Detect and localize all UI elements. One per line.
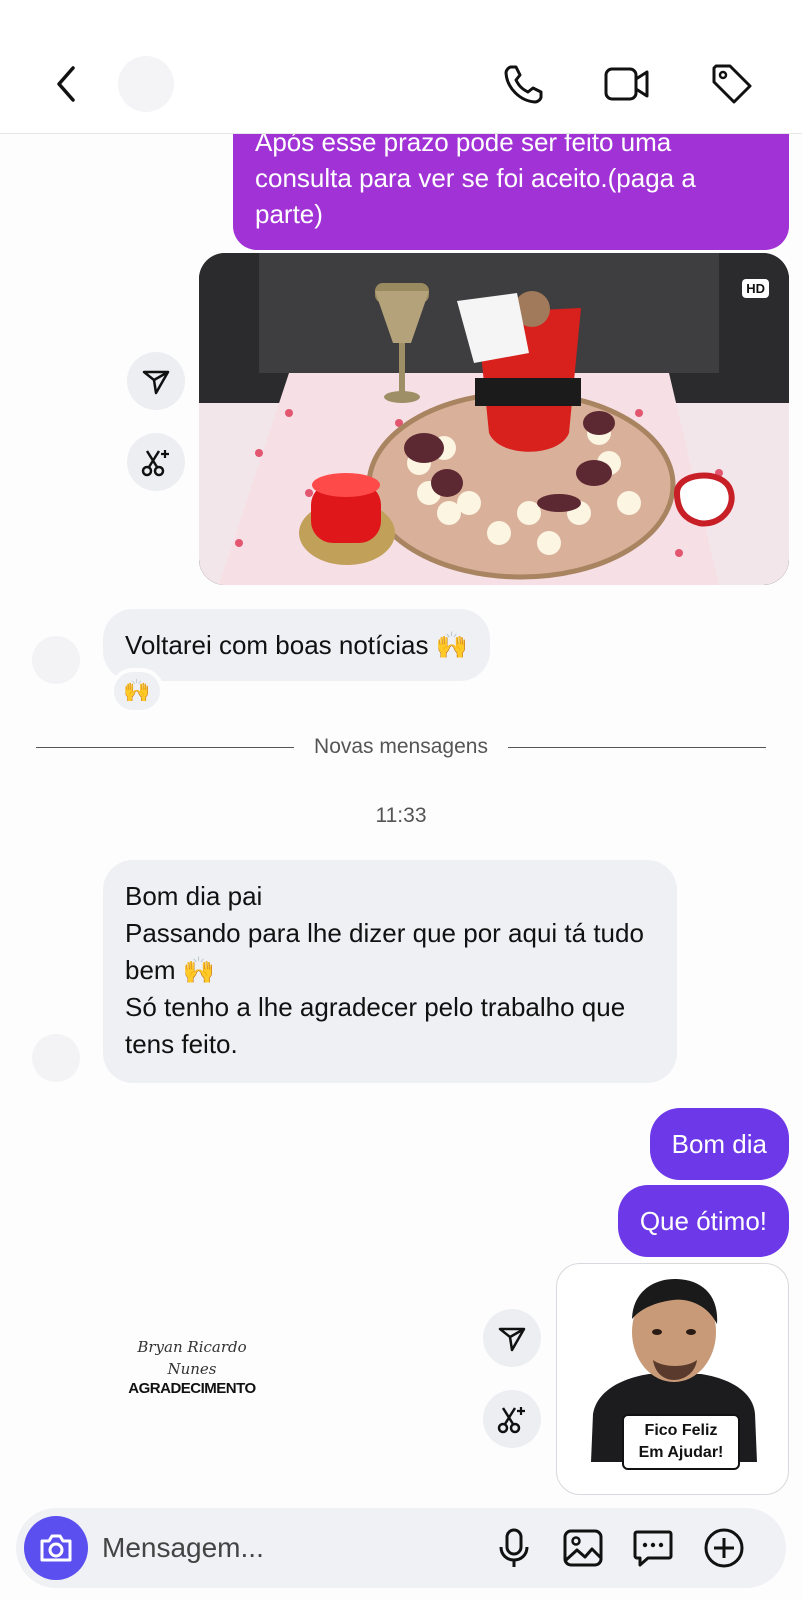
altar-photo-image <box>199 253 789 585</box>
message-reaction[interactable]: 🙌 <box>110 668 164 714</box>
camera-button[interactable] <box>24 1516 88 1580</box>
video-camera-icon <box>604 67 649 101</box>
gallery-button[interactable] <box>559 1524 607 1572</box>
signature-line: Bryan Ricardo <box>137 1337 247 1356</box>
chat-header <box>0 0 802 134</box>
divider-line <box>36 746 295 748</box>
chevron-left-icon <box>57 66 75 102</box>
more-button[interactable] <box>700 1524 748 1572</box>
message-text: Que ótimo! <box>639 1206 767 1236</box>
send-forward-icon <box>498 1327 526 1352</box>
new-messages-divider: Novas mensagens <box>36 732 766 762</box>
divider-line <box>507 746 766 748</box>
reaction-emoji: 🙌 <box>123 678 151 703</box>
back-button[interactable] <box>42 60 90 108</box>
message-line: Bom dia pai <box>125 881 263 911</box>
message-text: Bom dia <box>671 1129 767 1159</box>
contact-avatar[interactable] <box>118 56 174 112</box>
message-composer <box>16 1508 786 1588</box>
message-text: Após esse prazo pode ser feito uma consu… <box>255 127 696 229</box>
ai-edit-button[interactable] <box>127 433 185 491</box>
outgoing-message[interactable]: Bom dia <box>649 1108 789 1180</box>
timestamp: 11:33 <box>375 804 427 827</box>
incoming-sticker[interactable]: Bryan Ricardo Nunes AGRADECIMENTO <box>70 1253 314 1481</box>
microphone-icon <box>499 1528 529 1567</box>
send-forward-icon <box>142 370 170 395</box>
hd-badge: HD <box>742 279 769 298</box>
outgoing-message[interactable]: Que ótimo! <box>617 1185 789 1257</box>
magic-scissors-icon <box>141 450 169 477</box>
incoming-message[interactable]: Voltarei com boas notícias 🙌 <box>103 609 491 681</box>
divider-label: Novas mensagens <box>314 735 488 758</box>
forward-button[interactable] <box>483 1309 541 1367</box>
chat-sticker-icon <box>633 1530 673 1567</box>
incoming-message[interactable]: Bom dia pai Passando para lhe dizer que … <box>103 860 677 1083</box>
message-text: Voltarei com boas notícias 🙌 <box>125 630 469 660</box>
shared-photo[interactable]: HD <box>199 253 789 585</box>
outgoing-sticker[interactable]: Fico Feliz Em Ajudar! <box>556 1263 789 1495</box>
forward-button[interactable] <box>127 352 185 410</box>
signature-line: Nunes <box>167 1359 217 1378</box>
message-line: Só tenho a lhe agradecer pelo trabalho q… <box>125 992 626 1059</box>
plus-icon <box>704 1528 744 1568</box>
message-line: Passando para lhe dizer que por aqui tá … <box>125 918 644 985</box>
sticker-button[interactable] <box>629 1524 677 1572</box>
sticker-caption: AGRADECIMENTO <box>128 1379 256 1397</box>
sticker-caption: Fico Feliz Em Ajudar! <box>622 1414 740 1470</box>
phone-icon <box>504 65 543 104</box>
voice-call-button[interactable] <box>500 60 548 108</box>
magic-scissors-icon <box>497 1407 525 1434</box>
voice-message-button[interactable] <box>490 1524 538 1572</box>
gallery-icon <box>563 1529 603 1567</box>
tag-icon <box>712 64 752 104</box>
message-input[interactable] <box>102 1528 482 1568</box>
video-call-button[interactable] <box>603 60 651 108</box>
camera-icon <box>40 1534 72 1562</box>
ai-edit-button[interactable] <box>483 1390 541 1448</box>
tag-button[interactable] <box>708 60 756 108</box>
contact-avatar-small[interactable] <box>32 1034 80 1082</box>
contact-avatar-small[interactable] <box>32 636 80 684</box>
